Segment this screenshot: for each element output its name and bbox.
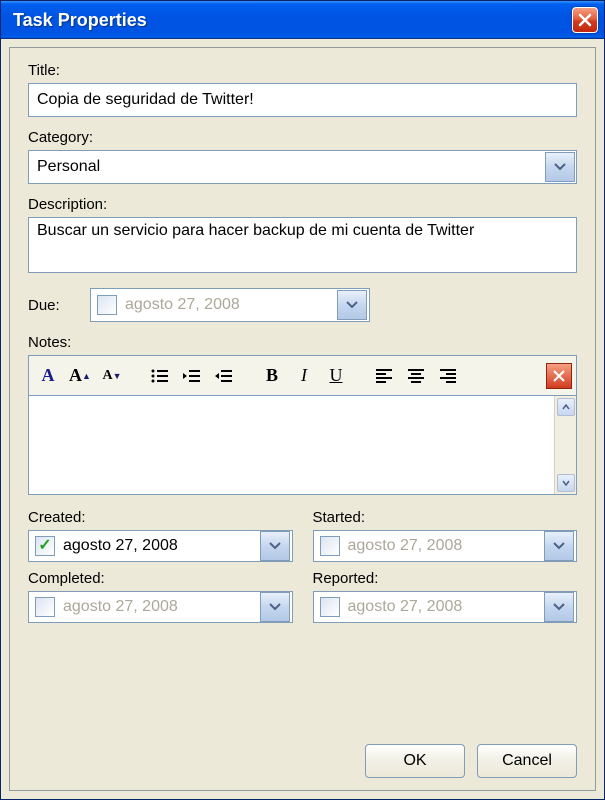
title-field: Title: <box>28 62 577 117</box>
completed-field: Completed: agosto 27, 2008 <box>28 570 293 623</box>
chevron-down-icon <box>562 480 570 486</box>
created-dropdown-button[interactable] <box>260 531 290 561</box>
description-label: Description: <box>28 196 577 213</box>
indent-icon <box>215 369 233 383</box>
notes-toolbar: A A▲ A▼ B I U <box>28 355 577 395</box>
font-shrink-button[interactable]: A▼ <box>97 361 127 391</box>
chevron-down-icon <box>553 542 565 550</box>
notes-editor[interactable] <box>28 395 577 495</box>
due-date-text: agosto 27, 2008 <box>125 296 329 314</box>
dialog-buttons: OK Cancel <box>28 732 577 778</box>
titlebar: Task Properties <box>1 1 604 39</box>
indent-button[interactable] <box>209 361 239 391</box>
due-checkbox[interactable] <box>97 295 117 315</box>
close-icon <box>578 13 592 27</box>
started-date-text: agosto 27, 2008 <box>348 537 537 555</box>
reported-checkbox[interactable] <box>320 597 340 617</box>
align-left-icon <box>376 369 392 383</box>
started-checkbox[interactable] <box>320 536 340 556</box>
category-combo[interactable] <box>28 150 577 184</box>
task-properties-dialog: Task Properties Title: Category: Descrip… <box>0 0 605 800</box>
scroll-down-button[interactable] <box>557 474 575 492</box>
chevron-up-icon <box>562 404 570 410</box>
completed-dropdown-button[interactable] <box>260 592 290 622</box>
font-color-button[interactable]: A <box>33 361 63 391</box>
category-input[interactable] <box>28 150 577 184</box>
created-checkbox[interactable] <box>35 536 55 556</box>
reported-date-box: agosto 27, 2008 <box>313 591 578 623</box>
font-grow-button[interactable]: A▲ <box>65 361 95 391</box>
close-icon <box>553 370 565 382</box>
align-left-button[interactable] <box>369 361 399 391</box>
close-button[interactable] <box>572 7 598 33</box>
chevron-down-icon <box>269 542 281 550</box>
completed-date-text: agosto 27, 2008 <box>63 598 252 616</box>
window-title: Task Properties <box>13 10 147 31</box>
align-right-icon <box>440 369 456 383</box>
category-dropdown-button[interactable] <box>545 152 575 182</box>
notes-field: Notes: A A▲ A▼ B I U <box>28 334 577 495</box>
notes-clear-button[interactable] <box>546 363 572 389</box>
description-input[interactable] <box>28 217 577 273</box>
description-field: Description: <box>28 196 577 276</box>
bullet-list-button[interactable] <box>145 361 175 391</box>
dates-grid: Created: agosto 27, 2008 Started: agosto… <box>28 509 577 623</box>
outdent-button[interactable] <box>177 361 207 391</box>
align-right-button[interactable] <box>433 361 463 391</box>
chevron-down-icon <box>269 603 281 611</box>
bold-button[interactable]: B <box>257 361 287 391</box>
align-center-button[interactable] <box>401 361 431 391</box>
align-center-icon <box>408 369 424 383</box>
chevron-down-icon <box>554 163 566 171</box>
ok-button[interactable]: OK <box>365 744 465 778</box>
created-date-box: agosto 27, 2008 <box>28 530 293 562</box>
category-label: Category: <box>28 129 577 146</box>
due-date-box: agosto 27, 2008 <box>90 288 370 322</box>
title-label: Title: <box>28 62 577 79</box>
completed-label: Completed: <box>28 570 293 587</box>
reported-label: Reported: <box>313 570 578 587</box>
bullet-list-icon <box>151 369 169 383</box>
completed-checkbox[interactable] <box>35 597 55 617</box>
created-label: Created: <box>28 509 293 526</box>
notes-content[interactable] <box>29 396 554 494</box>
category-field: Category: <box>28 129 577 184</box>
completed-date-box: agosto 27, 2008 <box>28 591 293 623</box>
created-date-text: agosto 27, 2008 <box>63 537 252 555</box>
scroll-up-button[interactable] <box>557 398 575 416</box>
due-dropdown-button[interactable] <box>337 290 367 320</box>
started-field: Started: agosto 27, 2008 <box>313 509 578 562</box>
dialog-content: Title: Category: Description: Due: agost… <box>9 47 596 791</box>
chevron-down-icon <box>553 603 565 611</box>
underline-button[interactable]: U <box>321 361 351 391</box>
started-date-box: agosto 27, 2008 <box>313 530 578 562</box>
outdent-icon <box>183 369 201 383</box>
cancel-button[interactable]: Cancel <box>477 744 577 778</box>
title-input[interactable] <box>28 83 577 117</box>
reported-field: Reported: agosto 27, 2008 <box>313 570 578 623</box>
reported-dropdown-button[interactable] <box>544 592 574 622</box>
chevron-down-icon <box>346 301 358 309</box>
reported-date-text: agosto 27, 2008 <box>348 598 537 616</box>
due-label: Due: <box>28 297 78 314</box>
started-label: Started: <box>313 509 578 526</box>
started-dropdown-button[interactable] <box>544 531 574 561</box>
italic-button[interactable]: I <box>289 361 319 391</box>
notes-label: Notes: <box>28 334 577 351</box>
created-field: Created: agosto 27, 2008 <box>28 509 293 562</box>
notes-scrollbar[interactable] <box>554 396 576 494</box>
due-field: Due: agosto 27, 2008 <box>28 288 577 322</box>
